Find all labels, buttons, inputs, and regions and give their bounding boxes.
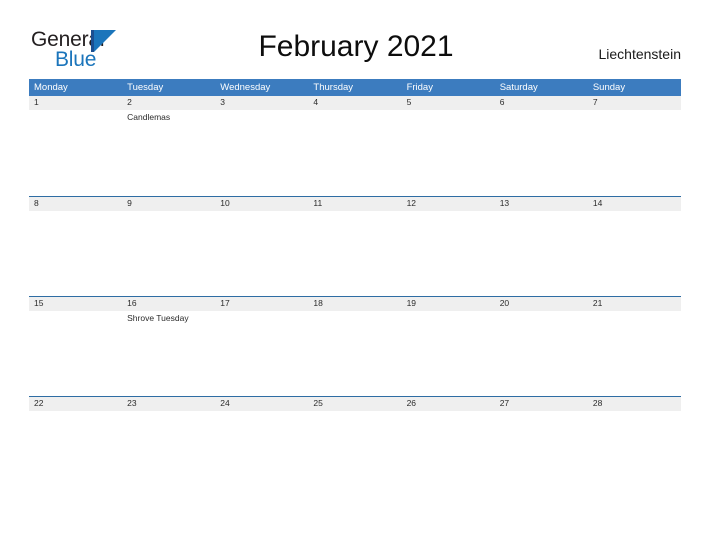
day-number: 14 [592, 198, 603, 208]
event-label: Shrove Tuesday [127, 313, 189, 323]
day-cell[interactable]: 22 [29, 396, 122, 496]
day-events: Candlemas [127, 112, 213, 123]
day-number: 12 [406, 198, 417, 208]
day-number: 27 [499, 398, 510, 408]
day-cell[interactable]: 8 [29, 196, 122, 296]
week-cells: 1 2 Candlemas 3 4 5 6 7 [29, 96, 681, 196]
day-cell[interactable]: 3 [215, 96, 308, 196]
weekday-thursday: Thursday [313, 82, 354, 93]
calendar-week-row: 15 16 Shrove Tuesday 17 18 19 20 21 [29, 296, 681, 396]
day-number: 20 [499, 298, 510, 308]
day-number: 28 [592, 398, 603, 408]
day-number: 15 [34, 298, 44, 308]
day-number: 26 [406, 398, 417, 408]
country-label: Liechtenstein [598, 46, 681, 62]
weekday-monday: Monday [34, 82, 68, 93]
day-cell[interactable]: 4 [308, 96, 401, 196]
day-cell[interactable]: 20 [495, 296, 588, 396]
day-number: 2 [127, 97, 132, 107]
page-header: General Blue February 2021 Liechtenstein [0, 0, 712, 79]
day-number: 13 [499, 198, 510, 208]
event-label: Candlemas [127, 112, 171, 122]
day-number: 21 [592, 298, 603, 308]
day-cell[interactable]: 5 [402, 96, 495, 196]
day-cell[interactable]: 10 [215, 196, 308, 296]
day-number: 10 [220, 198, 230, 208]
day-cell[interactable]: 23 [122, 396, 215, 496]
day-cell[interactable]: 13 [495, 196, 588, 296]
week-cells: 22 23 24 25 26 27 28 [29, 396, 681, 496]
day-number: 9 [127, 198, 132, 208]
day-events: Shrove Tuesday [127, 313, 213, 324]
day-cell[interactable]: 21 [588, 296, 681, 396]
day-number: 3 [220, 97, 226, 107]
day-number: 19 [406, 298, 417, 308]
day-cell[interactable]: 12 [402, 196, 495, 296]
day-cell[interactable]: 11 [308, 196, 401, 296]
day-cell[interactable]: 24 [215, 396, 308, 496]
day-number: 4 [313, 97, 319, 107]
day-number: 25 [313, 398, 323, 408]
day-number: 22 [34, 398, 44, 408]
day-number: 8 [34, 198, 39, 208]
calendar-grid: Monday Tuesday Wednesday Thursday Friday… [29, 79, 681, 496]
calendar-weeks: 1 2 Candlemas 3 4 5 6 7 8 9 10 11 12 13 14 15 16 Shrove T… [29, 96, 681, 496]
day-cell[interactable]: 15 [29, 296, 122, 396]
day-cell[interactable]: 14 [588, 196, 681, 296]
week-cells: 8 9 10 11 12 13 14 [29, 196, 681, 296]
weekday-friday: Friday [406, 82, 433, 93]
day-number: 24 [220, 398, 230, 408]
day-cell[interactable]: 19 [402, 296, 495, 396]
day-number: 5 [406, 97, 412, 107]
day-cell[interactable]: 25 [308, 396, 401, 496]
day-cell[interactable]: 1 [29, 96, 122, 196]
day-number: 7 [592, 97, 598, 107]
calendar-week-row: 1 2 Candlemas 3 4 5 6 7 [29, 96, 681, 196]
day-cell[interactable]: 9 [122, 196, 215, 296]
week-cells: 15 16 Shrove Tuesday 17 18 19 20 21 [29, 296, 681, 396]
calendar-week-row: 22 23 24 25 26 27 28 [29, 396, 681, 496]
day-cell[interactable]: 18 [308, 296, 401, 396]
day-number: 6 [499, 97, 505, 107]
day-cell[interactable]: 26 [402, 396, 495, 496]
day-number: 1 [34, 97, 39, 107]
weekday-saturday: Saturday [499, 82, 538, 93]
day-number: 17 [220, 298, 230, 308]
day-cell[interactable]: 2 Candlemas [122, 96, 215, 196]
day-cell[interactable]: 27 [495, 396, 588, 496]
weekday-tuesday: Tuesday [127, 82, 164, 93]
day-number: 11 [313, 198, 323, 208]
weekday-sunday: Sunday [592, 82, 626, 93]
day-number: 18 [313, 298, 323, 308]
day-number: 16 [127, 298, 137, 308]
weekday-header-row: Monday Tuesday Wednesday Thursday Friday… [29, 79, 681, 96]
day-cell[interactable]: 17 [215, 296, 308, 396]
day-cell[interactable]: 6 [495, 96, 588, 196]
day-cell[interactable]: 16 Shrove Tuesday [122, 296, 215, 396]
calendar-week-row: 8 9 10 11 12 13 14 [29, 196, 681, 296]
day-number: 23 [127, 398, 137, 408]
day-cell[interactable]: 7 [588, 96, 681, 196]
day-cell[interactable]: 28 [588, 396, 681, 496]
weekday-wednesday: Wednesday [220, 82, 271, 93]
